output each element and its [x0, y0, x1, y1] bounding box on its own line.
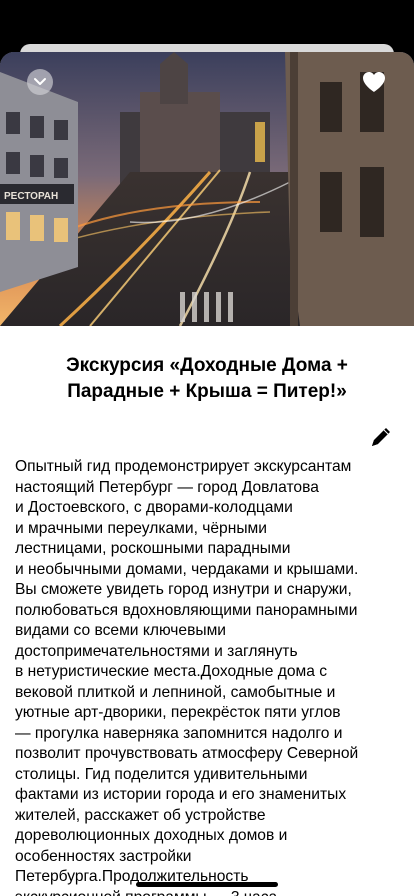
tour-title: Экскурсия «Доходные Дома + Парадные + Кр… [66, 355, 348, 402]
edit-button[interactable] [368, 424, 394, 450]
tour-description: Опытный гид продемонстрирует экскурсанта… [15, 458, 359, 896]
restaurant-sign: РЕСТОРАН [4, 191, 58, 202]
pencil-icon [372, 428, 390, 446]
home-indicator[interactable] [136, 882, 278, 887]
collapse-button[interactable] [27, 69, 53, 95]
city-night-photo: РЕСТОРАН [0, 52, 414, 326]
chevron-down-icon [34, 78, 46, 85]
heart-icon [363, 72, 385, 92]
favorite-button[interactable] [360, 68, 388, 96]
tour-detail-sheet: РЕСТОРАН Экскурсия «Доходные Дома + Пара… [0, 52, 414, 896]
hero-image: РЕСТОРАН [0, 52, 414, 326]
